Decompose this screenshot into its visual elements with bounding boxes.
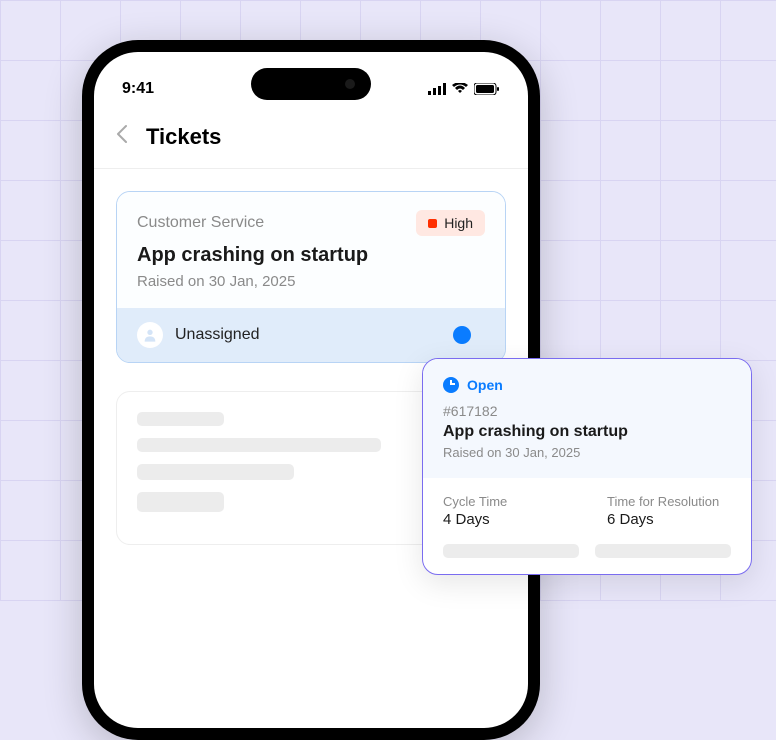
skeleton-line [137, 492, 224, 512]
cycle-time-stat: Cycle Time 4 Days [443, 494, 567, 528]
status-time: 9:41 [122, 80, 154, 98]
clock-icon [443, 377, 459, 393]
status-dot-icon [453, 326, 471, 344]
status-badge: Open [443, 377, 731, 393]
skeleton-line [137, 464, 294, 480]
ticket-card-body: Customer Service High App crashing on st… [117, 192, 505, 308]
page-header: Tickets [94, 106, 528, 169]
status-label: Open [467, 377, 503, 393]
detail-stats: Cycle Time 4 Days Time for Resolution 6 … [423, 478, 751, 544]
assignee-label: Unassigned [175, 326, 260, 344]
status-indicator [453, 325, 485, 345]
wifi-icon [452, 83, 468, 95]
ticket-footer: Unassigned [117, 308, 505, 362]
resolution-time-value: 6 Days [607, 511, 731, 528]
detail-skeleton [423, 544, 751, 574]
detail-title: App crashing on startup [443, 423, 731, 441]
skeleton-line [137, 412, 224, 426]
cycle-time-value: 4 Days [443, 511, 567, 528]
status-icons [428, 83, 500, 95]
cycle-time-label: Cycle Time [443, 494, 567, 509]
assignee-group[interactable]: Unassigned [137, 322, 260, 348]
ticket-detail-card[interactable]: Open #617182 App crashing on startup Rai… [422, 358, 752, 575]
skeleton-line [443, 544, 579, 558]
battery-icon [474, 83, 500, 95]
detail-raised-date: Raised on 30 Jan, 2025 [443, 445, 731, 460]
priority-badge: High [416, 210, 485, 236]
avatar-icon [137, 322, 163, 348]
page-title: Tickets [146, 124, 221, 150]
ticket-category: Customer Service [137, 214, 264, 232]
ticket-card[interactable]: Customer Service High App crashing on st… [116, 191, 506, 363]
ticket-id: #617182 [443, 403, 731, 419]
back-icon[interactable] [116, 124, 128, 150]
resolution-time-label: Time for Resolution [607, 494, 731, 509]
resolution-time-stat: Time for Resolution 6 Days [607, 494, 731, 528]
ticket-title: App crashing on startup [137, 244, 485, 267]
priority-dot-icon [428, 219, 437, 228]
ticket-raised-date: Raised on 30 Jan, 2025 [137, 273, 485, 290]
cellular-icon [428, 83, 446, 95]
priority-label: High [444, 215, 473, 231]
detail-header: Open #617182 App crashing on startup Rai… [423, 359, 751, 478]
skeleton-line [137, 438, 381, 452]
phone-notch [251, 68, 371, 100]
skeleton-line [595, 544, 731, 558]
